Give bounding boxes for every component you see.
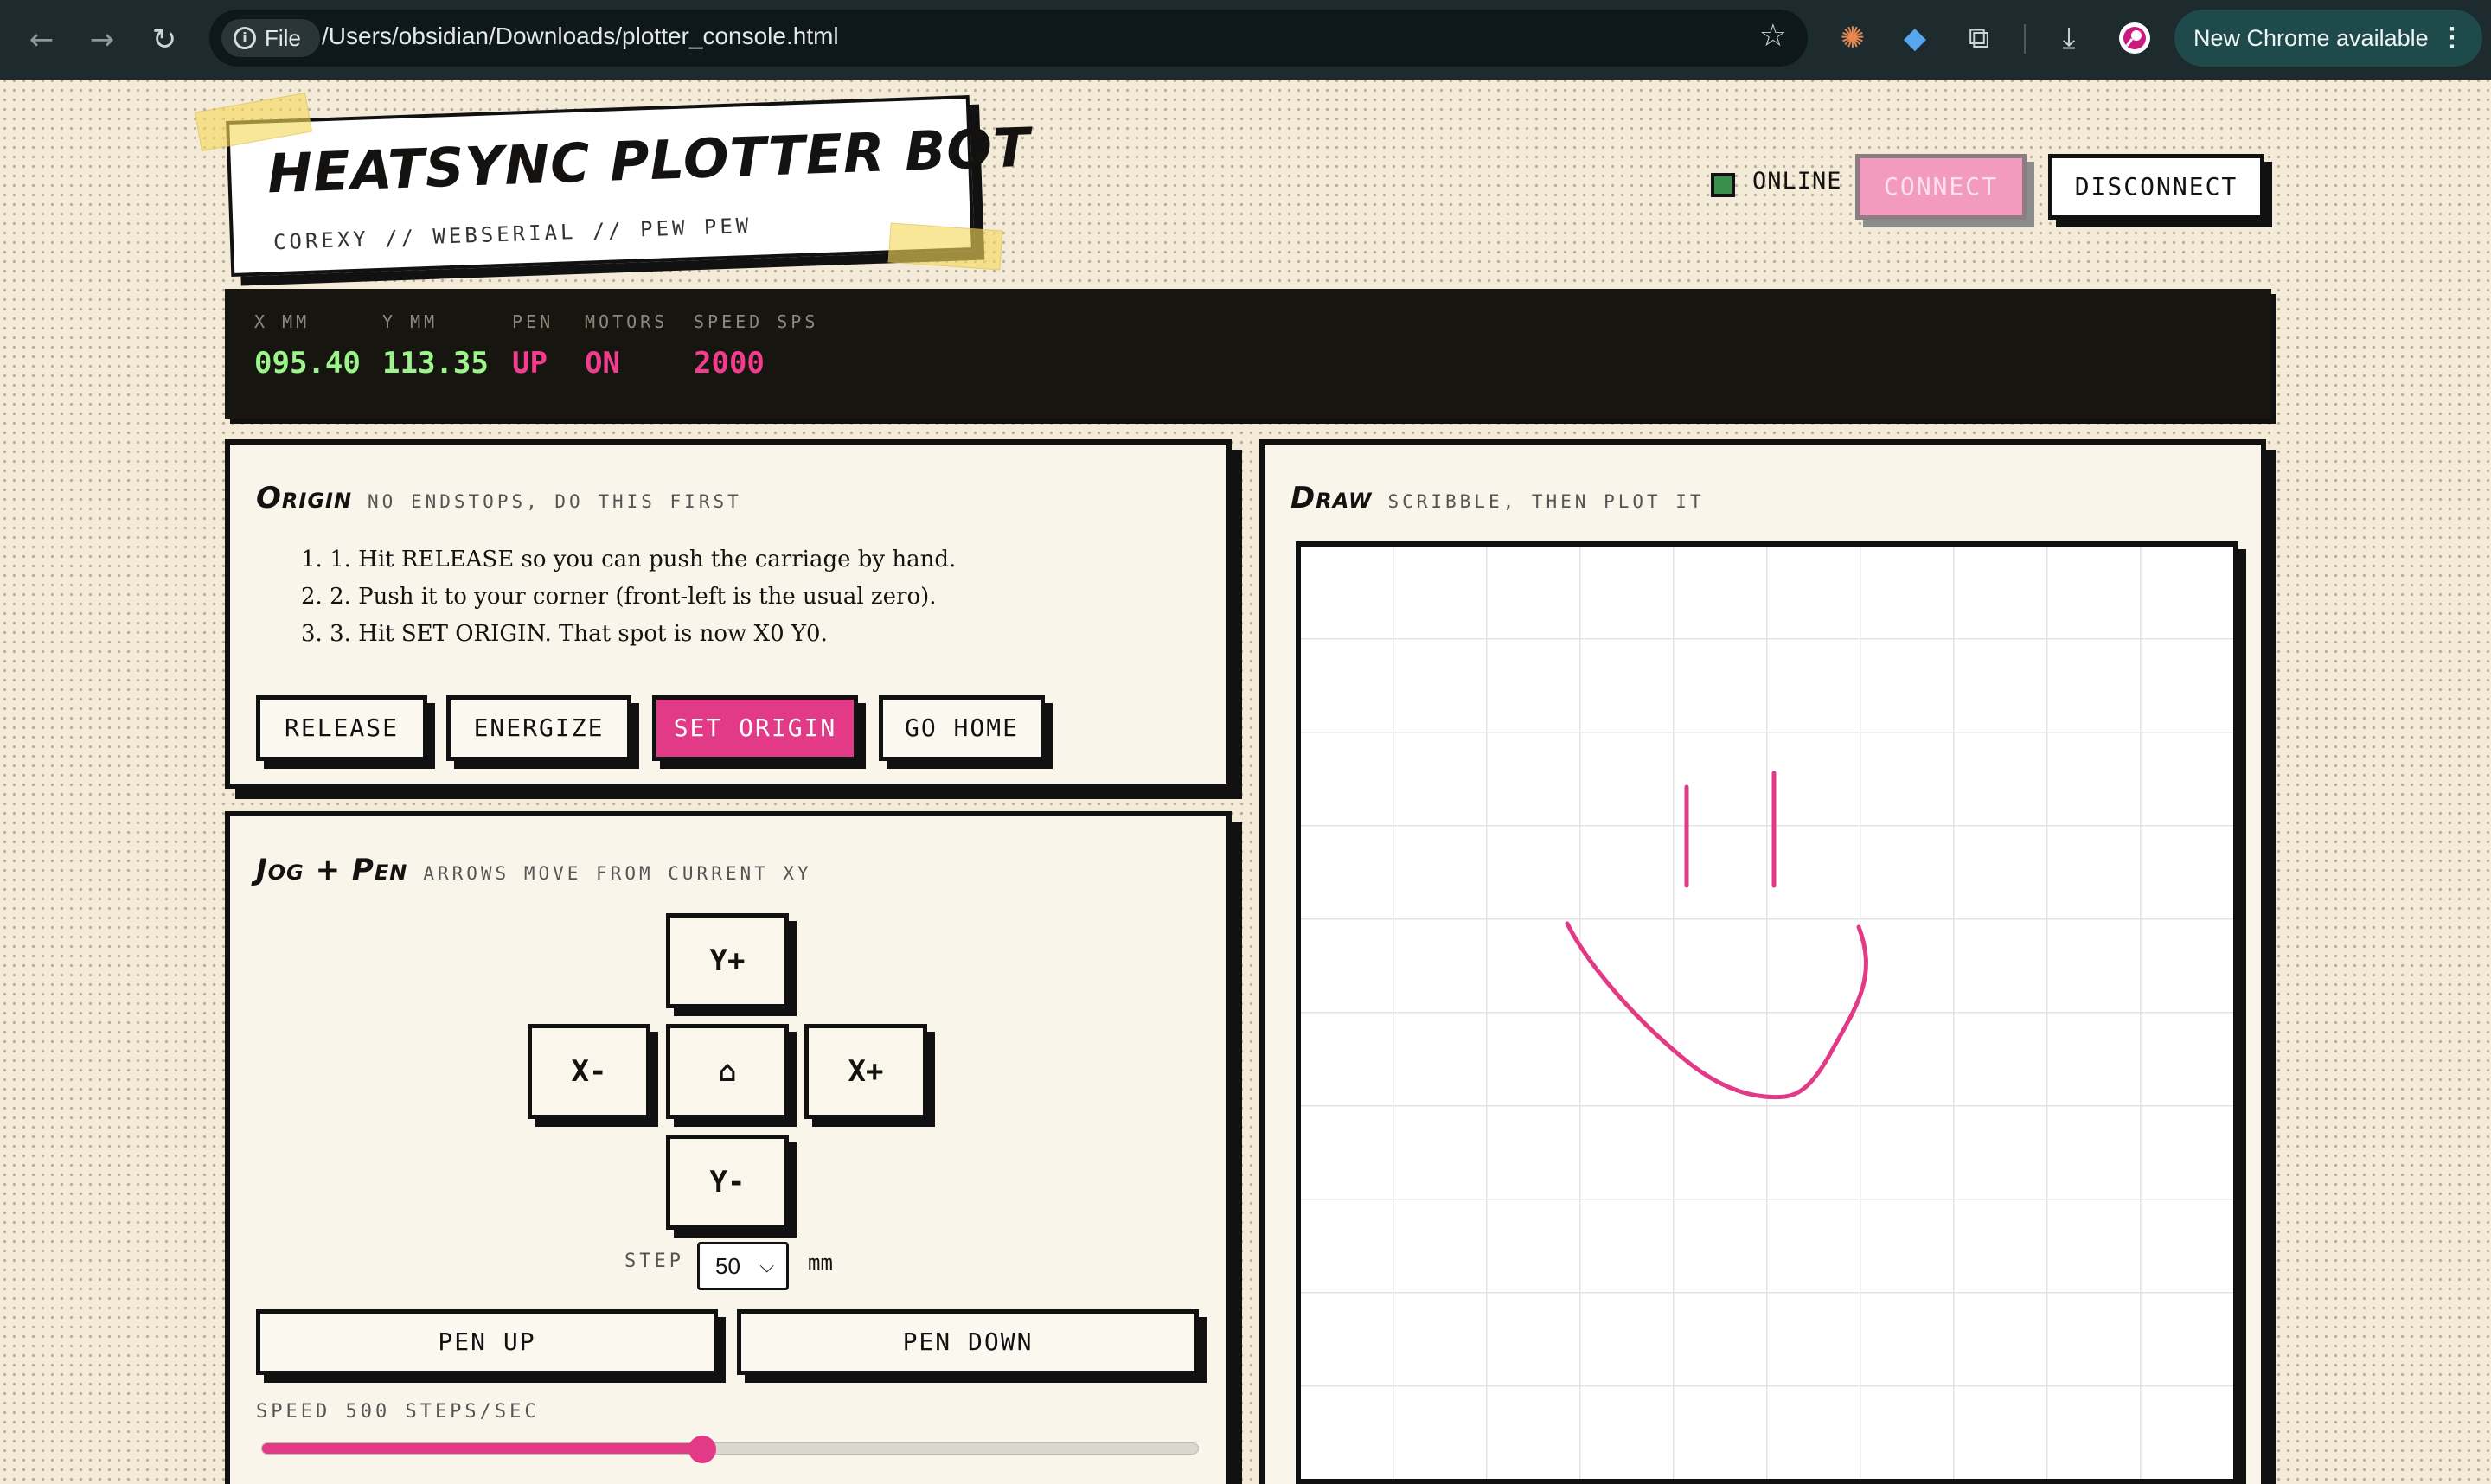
telemetry-label: PEN <box>512 311 554 332</box>
panel-title: Draw <box>1290 481 1373 515</box>
pen-down-button[interactable]: PEN DOWN <box>737 1309 1199 1375</box>
jog-x-minus-button[interactable]: X- <box>528 1024 650 1119</box>
telemetry-label: X MM <box>254 311 311 332</box>
title-card: HEATSYNC PLOTTER BOT COREXY // WEBSERIAL… <box>226 95 1032 277</box>
speed-label: SPEED 500 STEPS/SEC <box>256 1401 540 1423</box>
claude-extension-icon[interactable]: ✺ <box>1832 17 1873 59</box>
origin-panel: Origin NO ENDSTOPS, DO THIS FIRST 1. 1. … <box>225 439 1232 789</box>
scribble-stroke <box>1565 921 1868 1100</box>
profile-avatar-icon[interactable] <box>2114 17 2155 59</box>
tape-decoration <box>887 222 1003 271</box>
app-subtitle: COREXY // WEBSERIAL // PEW PEW <box>272 213 752 255</box>
step-item: 1. 1. Hit RELEASE so you can push the ca… <box>301 547 957 572</box>
address-bar[interactable]: i File /Users/obsidian/Downloads/plotter… <box>209 10 1808 67</box>
disconnect-button[interactable]: DISCONNECT <box>2048 154 2264 220</box>
panel-title: Origin <box>256 481 353 515</box>
reload-icon[interactable]: ↻ <box>144 19 185 61</box>
site-info-chip[interactable]: i File <box>221 19 320 57</box>
jog-home-button[interactable]: ⌂ <box>666 1024 789 1119</box>
online-indicator-icon <box>1711 173 1735 197</box>
speed-slider-fill <box>262 1443 702 1454</box>
jog-pen-panel: Jog + Pen ARROWS MOVE FROM CURRENT XY Y+… <box>225 811 1232 1484</box>
speed-slider[interactable] <box>261 1436 1199 1463</box>
connection-status: ONLINE <box>1752 168 1842 195</box>
chevron-down-icon: ⌵ <box>759 1255 774 1276</box>
telemetry-motors: MOTORS ON <box>585 311 668 381</box>
back-icon[interactable]: ← <box>21 19 62 61</box>
panel-subtitle: ARROWS MOVE FROM CURRENT XY <box>423 863 812 884</box>
download-icon[interactable]: ⤓ <box>2048 17 2090 59</box>
telemetry-label: SPEED SPS <box>694 311 819 332</box>
go-home-button[interactable]: GO HOME <box>879 695 1045 761</box>
telemetry-label: Y MM <box>382 311 439 332</box>
browser-toolbar: ← → ↻ i File /Users/obsidian/Downloads/p… <box>0 0 2491 80</box>
scribble-strokes <box>1565 771 1868 1100</box>
telemetry-bar: X MM 095.40 Y MM 113.35 PEN UP MOTORS ON… <box>225 289 2271 419</box>
draw-panel: Draw SCRIBBLE, THEN PLOT IT <box>1259 439 2266 1484</box>
telemetry-pen: PEN UP <box>512 311 554 381</box>
panel-subtitle: SCRIBBLE, THEN PLOT IT <box>1387 491 1705 512</box>
connect-button[interactable]: CONNECT <box>1855 154 2027 220</box>
toolbar-divider <box>2024 24 2026 54</box>
chrome-update-button[interactable]: New Chrome available ⋮ <box>2174 10 2482 67</box>
draw-canvas[interactable] <box>1296 541 2238 1484</box>
step-label: STEP <box>624 1251 684 1272</box>
telemetry-value: UP <box>512 346 548 381</box>
origin-steps: 1. 1. Hit RELEASE so you can push the ca… <box>301 541 956 653</box>
bookmark-star-icon[interactable]: ☆ <box>1759 18 1787 54</box>
speed-slider-thumb[interactable] <box>688 1436 716 1463</box>
forward-icon[interactable]: → <box>81 19 123 61</box>
step-select[interactable]: 50 ⌵ <box>697 1242 789 1290</box>
jog-header: Jog + Pen ARROWS MOVE FROM CURRENT XY <box>256 853 812 887</box>
gem-extension-icon[interactable]: ◆ <box>1894 17 1936 59</box>
jog-x-plus-button[interactable]: X+ <box>804 1024 927 1119</box>
home-icon: ⌂ <box>718 1054 737 1089</box>
pen-up-button[interactable]: PEN UP <box>256 1309 718 1375</box>
site-info-label: File <box>265 24 301 51</box>
panel-title: Jog + Pen <box>256 853 408 887</box>
step-select-value: 50 <box>715 1253 740 1279</box>
draw-header: Draw SCRIBBLE, THEN PLOT IT <box>1290 481 1705 515</box>
telemetry-x: X MM 095.40 <box>254 311 361 381</box>
chrome-update-label: New Chrome available <box>2193 25 2429 51</box>
extensions-puzzle-icon[interactable]: ⧉ <box>1958 17 2000 59</box>
telemetry-label: MOTORS <box>585 311 669 332</box>
step-item: 3. 3. Hit SET ORIGIN. That spot is now X… <box>301 621 828 647</box>
jog-y-minus-button[interactable]: Y- <box>666 1135 789 1230</box>
info-icon: i <box>234 27 256 49</box>
more-menu-icon[interactable]: ⋮ <box>2439 10 2465 67</box>
set-origin-button[interactable]: SET ORIGIN <box>652 695 858 761</box>
jog-y-plus-button[interactable]: Y+ <box>666 913 789 1008</box>
app-title: HEATSYNC PLOTTER BOT <box>266 115 1032 206</box>
telemetry-value: 113.35 <box>382 346 489 381</box>
telemetry-value: 2000 <box>694 346 765 381</box>
step-unit: mm <box>808 1251 833 1275</box>
origin-header: Origin NO ENDSTOPS, DO THIS FIRST <box>256 481 742 515</box>
url-text[interactable]: /Users/obsidian/Downloads/plotter_consol… <box>322 22 839 50</box>
step-item: 2. 2. Push it to your corner (front-left… <box>301 584 937 610</box>
energize-button[interactable]: ENERGIZE <box>446 695 631 761</box>
telemetry-value: ON <box>585 346 620 381</box>
release-button[interactable]: RELEASE <box>256 695 427 761</box>
telemetry-value: 095.40 <box>254 346 361 381</box>
telemetry-speed: SPEED SPS 2000 <box>694 311 818 381</box>
telemetry-y: Y MM 113.35 <box>382 311 489 381</box>
panel-subtitle: NO ENDSTOPS, DO THIS FIRST <box>368 491 742 512</box>
